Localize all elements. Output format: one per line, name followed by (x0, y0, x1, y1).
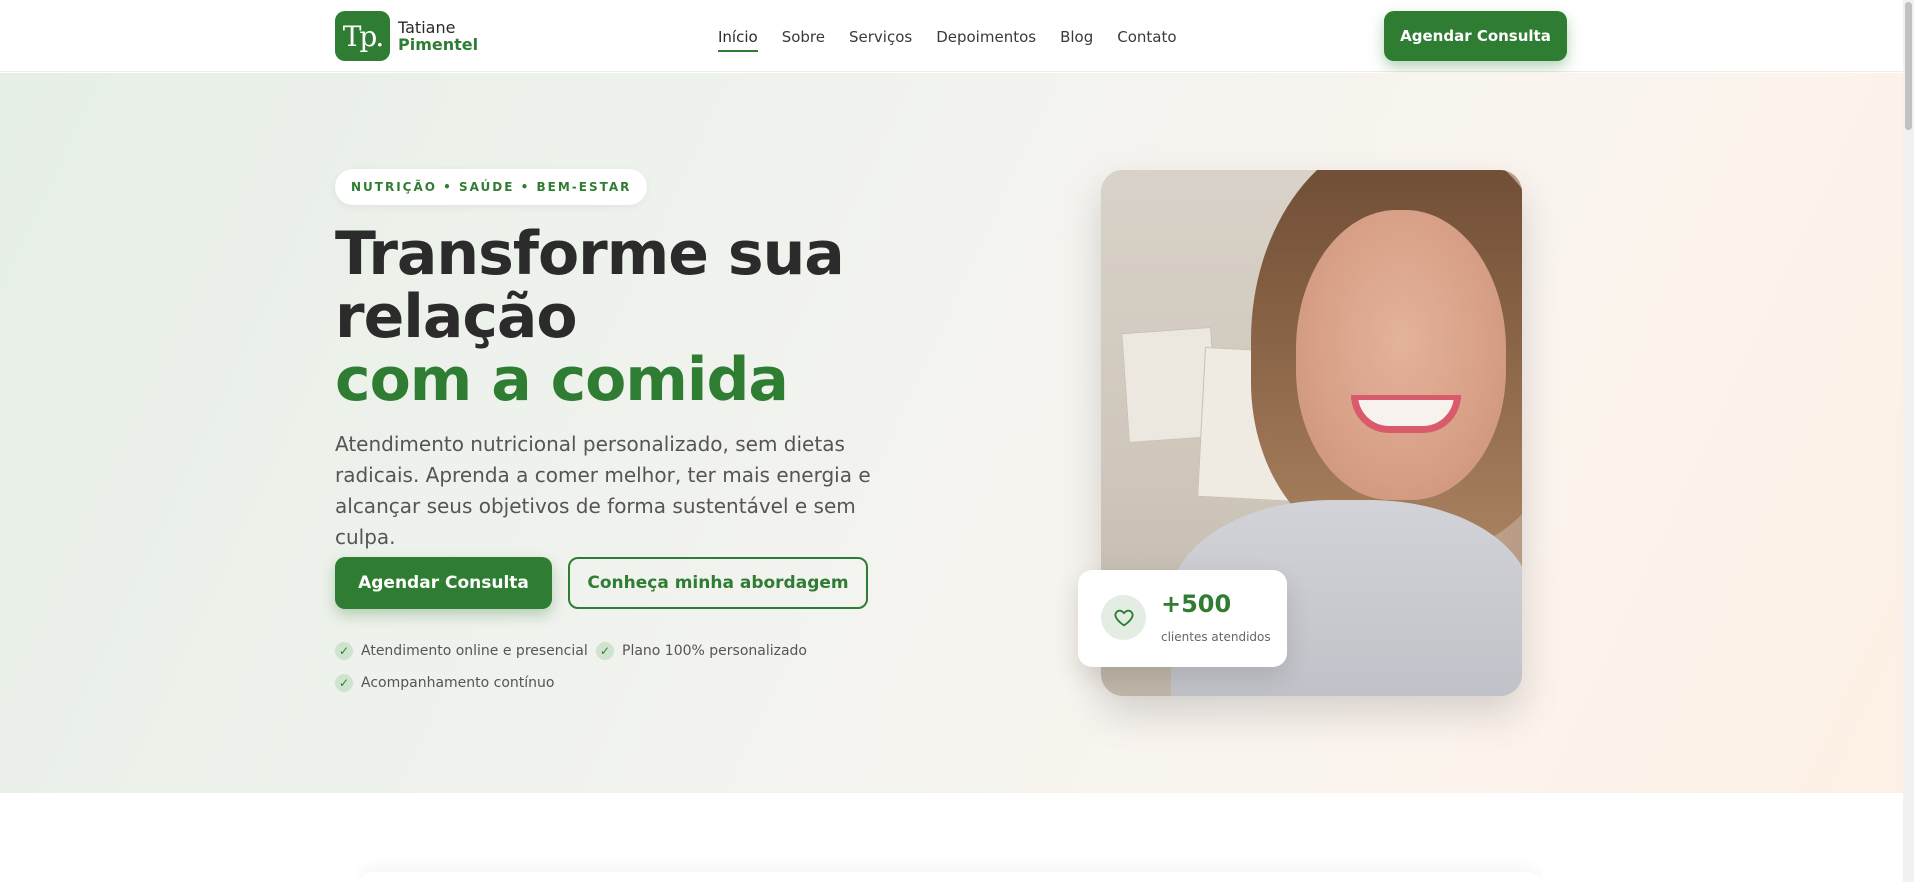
logo-monogram: Tp. (335, 11, 390, 61)
nav-item-blog[interactable]: Blog (1060, 28, 1093, 52)
clients-stat-card: +500 clientes atendidos (1078, 570, 1287, 667)
headline-line-2: relação (335, 282, 578, 352)
logo-wordmark: Tatiane Pimentel (398, 19, 478, 53)
feature-label: Atendimento online e presencial (361, 643, 588, 659)
main-nav: Início Sobre Serviços Depoimentos Blog C… (718, 28, 1177, 52)
hero-lead-text: Atendimento nutricional personalizado, s… (335, 432, 871, 549)
scrollbar-thumb[interactable] (1905, 2, 1912, 130)
feature-item: ✓ Acompanhamento contínuo (335, 674, 554, 692)
check-icon: ✓ (335, 674, 353, 692)
headline-line-1: Transforme sua (335, 219, 845, 289)
next-section-edge (360, 872, 1540, 882)
hero-section: NUTRIÇÃO • SAÚDE • BEM-ESTAR Transforme … (0, 73, 1903, 793)
hero-approach-button[interactable]: Conheça minha abordagem (568, 557, 868, 609)
nav-item-sobre[interactable]: Sobre (782, 28, 825, 52)
logo-last-name: Pimentel (398, 35, 479, 54)
page-scrollbar[interactable] (1903, 0, 1914, 882)
hero-eyebrow-badge: NUTRIÇÃO • SAÚDE • BEM-ESTAR (335, 169, 648, 205)
feature-label: Plano 100% personalizado (622, 643, 808, 659)
feature-item: ✓ Plano 100% personalizado (596, 642, 807, 660)
feature-item: ✓ Atendimento online e presencial (335, 642, 588, 660)
nav-item-servicos[interactable]: Serviços (849, 28, 912, 52)
check-icon: ✓ (596, 642, 614, 660)
hero-schedule-button[interactable]: Agendar Consulta (335, 557, 552, 609)
nav-item-inicio[interactable]: Início (718, 28, 758, 52)
nav-item-contato[interactable]: Contato (1117, 28, 1176, 52)
headline-line-3: com a comida (335, 345, 789, 415)
stat-label: clientes atendidos (1161, 630, 1271, 644)
logo-first-name: Tatiane (398, 18, 456, 37)
heart-icon (1101, 595, 1146, 640)
header-schedule-button[interactable]: Agendar Consulta (1384, 11, 1567, 61)
feature-label: Acompanhamento contínuo (361, 675, 555, 691)
site-header: Tp. Tatiane Pimentel Início Sobre Serviç… (0, 0, 1903, 72)
check-icon: ✓ (335, 642, 353, 660)
stat-value: +500 (1161, 590, 1232, 618)
hero-headline: Transforme sua relação com a comida (335, 219, 845, 415)
brand-logo[interactable]: Tp. Tatiane Pimentel (335, 11, 478, 61)
nav-item-depoimentos[interactable]: Depoimentos (936, 28, 1036, 52)
